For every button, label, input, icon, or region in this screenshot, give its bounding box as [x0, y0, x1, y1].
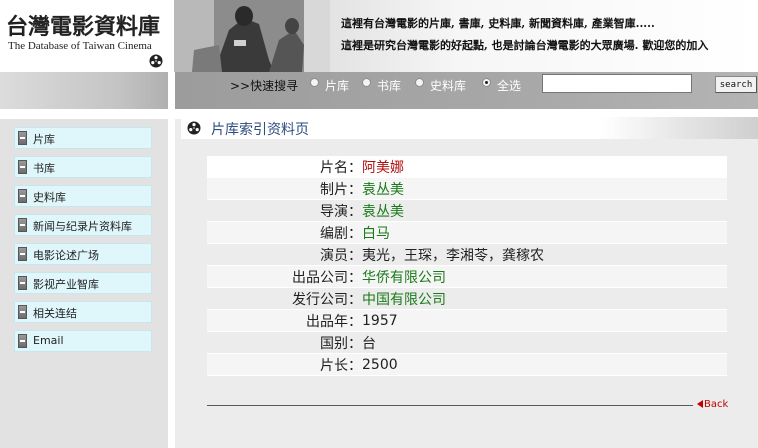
field-label-country: 国别 — [207, 331, 348, 354]
film-reel-icon — [149, 54, 163, 68]
quick-search-bar: >>快速搜寻 片库 书库 史料库 全选 search — [175, 72, 758, 109]
nav-bullet-icon — [18, 334, 27, 348]
sidebar-item-related-links[interactable]: 相关连结 — [14, 301, 152, 323]
film-detail-table: 片名 ： 阿美娜 制片 ： 袁丛美 导演 ： 袁丛美 编剧 ： 白马 演员 ： … — [207, 156, 727, 376]
back-label: Back — [704, 399, 729, 410]
length-value: 2500 — [362, 353, 727, 376]
radio-icon — [362, 78, 371, 87]
cast-value: 夷光，王琛，李湘苓，龚稼农 — [362, 243, 727, 266]
table-row: 演员 ： 夷光，王琛，李湘苓，龚稼农 — [207, 243, 727, 266]
header-film-still-image — [174, 0, 330, 72]
sidebar-item-news-documentary[interactable]: 新闻与纪录片资料库 — [14, 214, 152, 236]
sidebar-item-label: 相关连结 — [33, 307, 77, 320]
header-tagline-area: 這裡有台灣電影的片庫, 書庫, 史料庫, 新聞資料庫, 產業智庫..... 這裡… — [330, 0, 758, 72]
production-company-link[interactable]: 华侨有限公司 — [362, 265, 727, 288]
field-colon: ： — [348, 353, 362, 376]
nav-bullet-icon — [18, 189, 27, 203]
director-link[interactable]: 袁丛美 — [362, 199, 727, 222]
sidebar-item-industry-think-tank[interactable]: 影视产业智库 — [14, 272, 152, 294]
nav-bullet-icon — [18, 305, 27, 319]
back-arrow-icon — [697, 400, 703, 408]
table-row: 片名 ： 阿美娜 — [207, 156, 727, 178]
page-header-gradient — [601, 117, 758, 139]
field-colon: ： — [348, 309, 362, 332]
tagline-line-2: 這裡是研究台灣電影的好起點, 也是討論台灣電影的大眾廣場. 歡迎您的加入 — [341, 39, 709, 52]
field-colon: ： — [348, 199, 362, 222]
field-label-producer: 制片 — [207, 177, 348, 200]
country-value: 台 — [362, 331, 727, 354]
radio-label: 全选 — [497, 79, 522, 93]
release-year-value: 1957 — [362, 309, 727, 332]
producer-link[interactable]: 袁丛美 — [362, 177, 727, 200]
table-row: 出品公司 ： 华侨有限公司 — [207, 265, 727, 288]
search-button[interactable]: search — [715, 76, 757, 93]
sidebar-item-email[interactable]: Email — [14, 330, 152, 352]
field-label-title: 片名 — [207, 156, 348, 178]
radio-selected-icon — [482, 78, 491, 87]
field-colon: ： — [348, 265, 362, 288]
radio-label: 书库 — [377, 79, 402, 93]
sidebar-item-archive[interactable]: 史料库 — [14, 185, 152, 207]
page-title: 片库索引资料页 — [211, 122, 309, 138]
field-label-production-company: 出品公司 — [207, 265, 348, 288]
radio-icon — [310, 78, 319, 87]
table-row: 国别 ： 台 — [207, 331, 727, 354]
film-title-value: 阿美娜 — [362, 156, 727, 178]
footer-divider — [207, 405, 693, 406]
nav-bullet-icon — [18, 131, 27, 145]
nav-bullet-icon — [18, 218, 27, 232]
nav-bullet-icon — [18, 247, 27, 261]
nav-bullet-icon — [18, 276, 27, 290]
nav-bullet-icon — [18, 160, 27, 174]
field-label-release-year: 出品年 — [207, 309, 348, 332]
sidebar-item-discussion-forum[interactable]: 电影论述广场 — [14, 243, 152, 265]
field-label-distributor: 发行公司 — [207, 287, 348, 310]
logo-title: 台灣電影資料庫 — [6, 14, 161, 40]
radio-icon — [415, 78, 424, 87]
sidebar-item-label: 电影论述广场 — [33, 249, 99, 262]
logo-subtitle: The Database of Taiwan Cinema — [8, 40, 152, 52]
back-link[interactable]: Back — [697, 399, 728, 410]
field-label-screenwriter: 编剧 — [207, 221, 348, 244]
field-colon: ： — [348, 177, 362, 200]
quick-search-label: >>快速搜寻 — [230, 79, 299, 93]
field-colon: ： — [348, 221, 362, 244]
radio-label: 片库 — [325, 79, 350, 93]
distributor-link[interactable]: 中国有限公司 — [362, 287, 727, 310]
table-row: 发行公司 ： 中国有限公司 — [207, 287, 727, 310]
table-row: 出品年 ： 1957 — [207, 309, 727, 332]
radio-label: 史料库 — [430, 79, 467, 93]
field-label-cast: 演员 — [207, 243, 348, 266]
sidebar-item-book-library[interactable]: 书库 — [14, 156, 152, 178]
table-row: 制片 ： 袁丛美 — [207, 177, 727, 200]
table-row: 导演 ： 袁丛美 — [207, 199, 727, 222]
left-column-header-strip — [0, 72, 168, 109]
sidebar-item-label: 影视产业智库 — [33, 278, 99, 291]
field-label-director: 导演 — [207, 199, 348, 222]
site-header: 台灣電影資料庫 The Database of Taiwan Cinema 這裡… — [0, 0, 758, 72]
sidebar-item-label: 新闻与纪录片资料库 — [33, 220, 132, 233]
search-input[interactable] — [542, 74, 692, 93]
field-colon: ： — [348, 331, 362, 354]
field-colon: ： — [348, 156, 362, 178]
sidebar-item-label: 书库 — [33, 162, 55, 175]
field-colon: ： — [348, 287, 362, 310]
table-row: 编剧 ： 白马 — [207, 221, 727, 244]
sidebar-item-label: Email — [33, 334, 64, 347]
screenwriter-link[interactable]: 白马 — [362, 221, 727, 244]
film-reel-icon — [187, 121, 201, 135]
sidebar-item-film-library[interactable]: 片库 — [14, 127, 152, 149]
site-logo[interactable]: 台灣電影資料庫 The Database of Taiwan Cinema — [0, 0, 174, 72]
sidebar-item-label: 片库 — [33, 133, 55, 146]
field-colon: ： — [348, 243, 362, 266]
tagline-line-1: 這裡有台灣電影的片庫, 書庫, 史料庫, 新聞資料庫, 產業智庫..... — [341, 17, 655, 30]
sidebar-item-label: 史料库 — [33, 191, 66, 204]
page-header: 片库索引资料页 — [181, 117, 758, 139]
sidebar-nav: 片库 书库 史料库 新闻与纪录片资料库 电影论述广场 影视产业智库 相关连结 E… — [0, 119, 168, 448]
left-column-divider — [0, 109, 168, 119]
field-label-length: 片长 — [207, 353, 348, 376]
table-row: 片长 ： 2500 — [207, 353, 727, 376]
